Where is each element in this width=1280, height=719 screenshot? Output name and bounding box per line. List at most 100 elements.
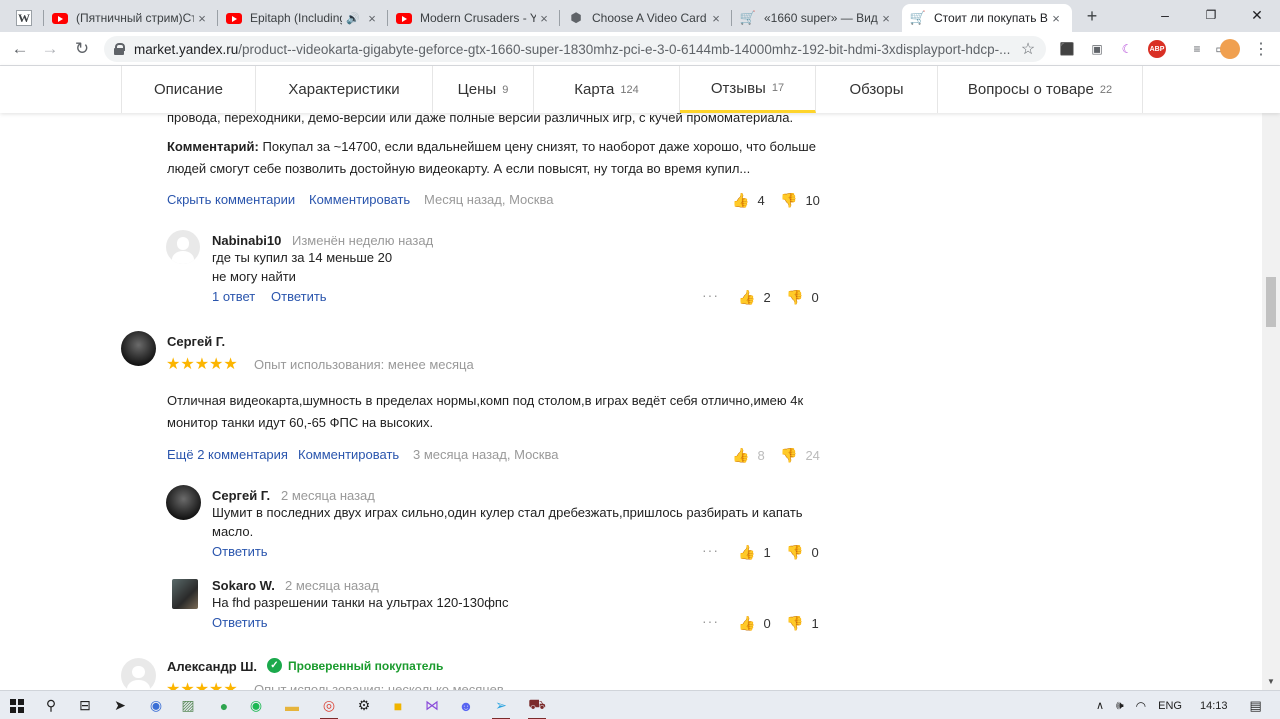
tray-expand-icon[interactable]: ∧ bbox=[1096, 699, 1104, 712]
youtube-icon bbox=[52, 10, 68, 26]
like-button[interactable]: 👍 0 bbox=[738, 615, 773, 632]
url-host: market.yandex.ru bbox=[134, 41, 239, 57]
tab-youtube-crusaders[interactable]: Modern Crusaders - Yo × bbox=[388, 4, 560, 32]
avatar bbox=[121, 658, 156, 690]
reply-author[interactable]: Сергей Г. bbox=[212, 488, 270, 503]
dislike-button[interactable]: 👎 1 bbox=[786, 615, 821, 632]
address-bar[interactable]: market.yandex.ru/product--videokarta-gig… bbox=[104, 36, 1046, 62]
url-text[interactable]: market.yandex.ru/product--videokarta-gig… bbox=[134, 42, 1016, 57]
close-icon[interactable]: × bbox=[364, 11, 380, 26]
volume-icon[interactable]: 🕪 bbox=[1116, 698, 1124, 713]
search-icon[interactable]: ⚲ bbox=[34, 691, 68, 719]
file-explorer-icon[interactable]: ▬ bbox=[276, 691, 308, 719]
scroll-thumb[interactable] bbox=[1266, 277, 1276, 327]
extension-moon-icon[interactable]: ☾ bbox=[1118, 40, 1136, 58]
tab-youtube-stream[interactable]: (Пятничный стрим)Ст × bbox=[44, 4, 218, 32]
visual-studio-icon[interactable]: ⋈ bbox=[416, 691, 448, 719]
page-scrollbar[interactable]: ▲ ▼ bbox=[1262, 66, 1280, 690]
extension-media-icon[interactable]: ▣ bbox=[1088, 40, 1106, 58]
tab-specifications[interactable]: Характеристики bbox=[256, 66, 433, 113]
more-options-icon[interactable]: ··· bbox=[702, 613, 719, 629]
close-icon[interactable]: × bbox=[194, 11, 210, 26]
green-app-icon[interactable]: ● bbox=[208, 691, 240, 719]
review-author[interactable]: Александр Ш. bbox=[167, 659, 257, 674]
thumb-down-icon: 👎 bbox=[786, 615, 804, 631]
like-button[interactable]: 👍 1 bbox=[738, 544, 773, 561]
extension-shield-icon[interactable]: ⬛ bbox=[1058, 40, 1076, 58]
restore-button[interactable]: ❐ bbox=[1188, 0, 1234, 32]
discord-icon[interactable]: ☻ bbox=[450, 691, 482, 719]
forward-button[interactable]: → bbox=[38, 37, 62, 61]
tab-map[interactable]: Карта 124 bbox=[534, 66, 680, 113]
cart-icon: 🛒 bbox=[909, 10, 927, 25]
dislike-button[interactable]: 👎 10 bbox=[780, 192, 820, 209]
yellow-app-icon[interactable]: ■ bbox=[382, 691, 414, 719]
scroll-down-arrow[interactable]: ▼ bbox=[1262, 673, 1280, 690]
tab-count: 124 bbox=[620, 83, 639, 96]
close-icon[interactable]: × bbox=[708, 11, 724, 26]
app-circle-icon[interactable]: ◉ bbox=[140, 691, 172, 719]
tab-overviews[interactable]: Обзоры bbox=[816, 66, 938, 113]
more-options-icon[interactable]: ··· bbox=[702, 542, 719, 558]
dislike-button-active[interactable]: 👎 24 bbox=[780, 447, 820, 464]
dislike-count: 24 bbox=[805, 448, 820, 463]
more-options-icon[interactable]: ··· bbox=[702, 287, 719, 303]
reading-list-icon[interactable]: ≡ bbox=[1188, 40, 1206, 58]
comment-link[interactable]: Комментировать bbox=[309, 192, 410, 207]
close-icon[interactable]: × bbox=[878, 11, 894, 26]
wifi-icon[interactable]: ◠ bbox=[1136, 699, 1146, 713]
dislike-button[interactable]: 👎 0 bbox=[786, 544, 821, 561]
tab-count: 22 bbox=[1099, 83, 1113, 96]
like-button[interactable]: 👍 4 bbox=[732, 192, 767, 209]
tab-youtube-epitaph[interactable]: Epitaph (Including 🔊 × bbox=[218, 4, 388, 32]
reply-author[interactable]: Sokaro W. bbox=[212, 578, 275, 593]
language-indicator[interactable]: ENG bbox=[1158, 700, 1182, 712]
bookmark-star-icon[interactable]: ☆ bbox=[1016, 39, 1040, 59]
like-button[interactable]: 👍 8 bbox=[732, 447, 767, 464]
like-count: 0 bbox=[763, 616, 771, 631]
settings-gear-icon[interactable]: ⚙ bbox=[348, 691, 380, 719]
new-tab-button[interactable]: + bbox=[1082, 6, 1102, 26]
start-button[interactable] bbox=[0, 691, 34, 719]
dislike-button[interactable]: 👎 0 bbox=[786, 289, 821, 306]
close-icon[interactable]: × bbox=[1048, 11, 1064, 26]
chrome-menu-icon[interactable]: ⋮ bbox=[1252, 40, 1270, 58]
window-close-button[interactable]: ✕ bbox=[1234, 0, 1280, 32]
task-view-icon[interactable]: ⊟ bbox=[68, 691, 102, 719]
vpn-app-icon[interactable]: ➤ bbox=[104, 691, 136, 719]
tab-choose-video-card[interactable]: ⬢ Choose A Video Card × bbox=[560, 4, 732, 32]
tab-wikipedia[interactable]: W bbox=[8, 4, 44, 32]
chrome-icon[interactable]: ◎ bbox=[312, 691, 346, 719]
telegram-icon[interactable]: ➢ bbox=[484, 691, 518, 719]
close-icon[interactable]: × bbox=[536, 11, 552, 26]
reply-link[interactable]: Ответить bbox=[212, 615, 268, 630]
back-button[interactable]: ← bbox=[8, 37, 32, 61]
hide-comments-link[interactable]: Скрыть комментарии bbox=[167, 192, 295, 207]
tab-yandex-product-active[interactable]: 🛒 Стоит ли покупать Ви × bbox=[902, 4, 1072, 32]
like-button[interactable]: 👍 2 bbox=[738, 289, 773, 306]
image-app-icon[interactable]: ▨ bbox=[172, 691, 204, 719]
minimize-button[interactable]: – bbox=[1142, 0, 1188, 32]
more-comments-link[interactable]: Ещё 2 комментария bbox=[167, 447, 288, 462]
notification-center-icon[interactable]: ▤ bbox=[1249, 698, 1261, 714]
adblock-icon[interactable]: ABP bbox=[1148, 40, 1166, 58]
comment-link[interactable]: Комментировать bbox=[298, 447, 399, 462]
tab-questions[interactable]: Вопросы о товаре 22 bbox=[938, 66, 1143, 113]
reply-link[interactable]: Ответить bbox=[212, 544, 268, 559]
tab-reviews[interactable]: Отзывы 17 bbox=[680, 66, 816, 113]
reply-author[interactable]: Nabinabi10 bbox=[212, 233, 281, 248]
browser-tab-strip: W (Пятничный стрим)Ст × Epitaph (Includi… bbox=[0, 0, 1280, 32]
profile-avatar[interactable] bbox=[1220, 39, 1240, 59]
review-author[interactable]: Сергей Г. bbox=[167, 334, 225, 349]
game-app-icon[interactable]: ⛟ bbox=[520, 691, 554, 719]
answers-link[interactable]: 1 ответ bbox=[212, 289, 255, 304]
tab-description[interactable]: Описание bbox=[121, 66, 256, 113]
reply-link[interactable]: Ответить bbox=[271, 289, 327, 304]
spotify-icon[interactable]: ◉ bbox=[240, 691, 272, 719]
tab-yandex-search[interactable]: 🛒 «1660 super» — Виде × bbox=[732, 4, 902, 32]
tab-prices[interactable]: Цены 9 bbox=[433, 66, 534, 113]
audio-icon[interactable]: 🔊 bbox=[346, 12, 360, 25]
reload-button[interactable]: ↻ bbox=[70, 37, 94, 61]
comment-line: Покупал за ~14700, если вдальнейшем цену… bbox=[262, 139, 816, 154]
clock[interactable]: 14:13 bbox=[1200, 700, 1228, 712]
